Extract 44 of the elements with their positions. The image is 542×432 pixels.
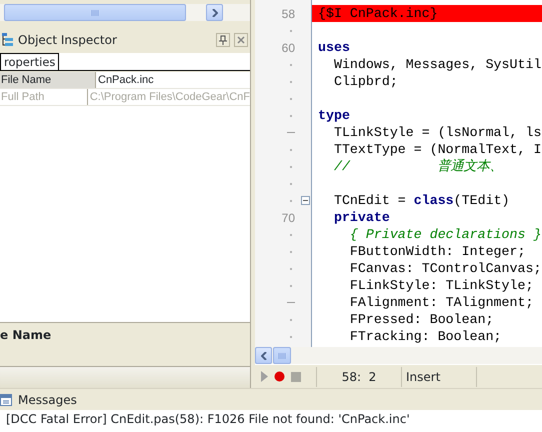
line-number: 70 <box>282 210 295 226</box>
code-line: FTracking: Boolean; <box>348 328 503 345</box>
panel-title: Object Inspector <box>18 32 117 49</box>
line-number: 58 <box>282 6 295 22</box>
code-line: type <box>317 107 351 124</box>
chevron-left-icon <box>260 352 266 360</box>
code-line: FLinkStyle: TLinkStyle; <box>348 277 534 294</box>
code-line: TLinkStyle = (lsNormal, ls <box>332 124 542 141</box>
close-icon <box>237 36 245 44</box>
code-line: TTextType = (NormalText, I <box>332 141 542 158</box>
pin-icon <box>219 35 227 45</box>
scrollbar-thumb[interactable] <box>273 347 291 364</box>
line-marker-dash <box>287 132 295 133</box>
code-line: FPressed: Boolean; <box>348 311 495 328</box>
line-marker-dash <box>287 302 295 303</box>
property-value[interactable]: CnPack.inc <box>96 72 250 88</box>
tab[interactable]: roperties <box>0 53 60 70</box>
property-name[interactable]: File Name <box>0 72 96 88</box>
scrollbar-thumb[interactable] <box>4 4 186 21</box>
record-icon[interactable] <box>274 371 285 382</box>
code-line: Windows, Messages, SysUtil <box>332 56 542 73</box>
run-icon[interactable] <box>261 371 268 382</box>
minus-icon <box>302 197 309 204</box>
close-button[interactable] <box>234 33 248 47</box>
messages-title: Messages <box>18 392 77 408</box>
chevron-right-icon <box>212 8 218 16</box>
scroll-right-button[interactable] <box>206 4 223 21</box>
messages-icon <box>0 394 12 406</box>
code-line: private <box>332 209 391 226</box>
code-line: FButtonWidth: Integer; <box>348 243 526 260</box>
code-line: FCanvas: TControlCanvas; <box>348 260 542 277</box>
code-line: Clipbrd; <box>332 73 399 90</box>
insert-mode: Insert <box>402 366 477 386</box>
pin-button[interactable] <box>216 33 230 47</box>
fold-toggle[interactable] <box>301 196 310 205</box>
scroll-left-button[interactable] <box>255 347 272 364</box>
cursor-position: 58: 2 <box>317 366 402 386</box>
code-line: FAlignment: TAlignment; <box>348 294 534 311</box>
line-number: 60 <box>282 40 295 56</box>
code-line: TCnEdit = class(TEdit) <box>332 192 511 209</box>
code-line: uses <box>317 39 351 56</box>
code-line: { Private declarations } <box>348 226 542 243</box>
object-inspector-icon <box>2 33 14 47</box>
code-line: // 普通文本、 <box>332 158 504 175</box>
